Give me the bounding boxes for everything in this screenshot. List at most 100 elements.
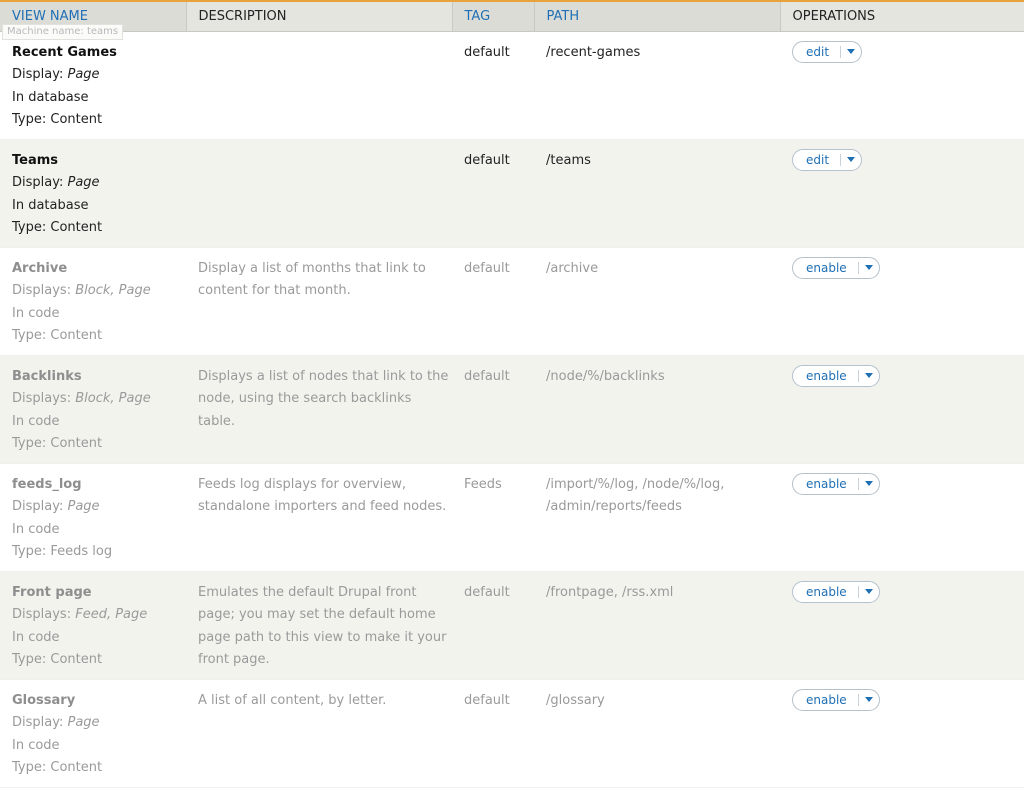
operations-dropbutton: enable — [792, 256, 880, 279]
tag-cell: default — [452, 139, 534, 248]
column-header-label: OPERATIONS — [792, 8, 876, 24]
caret-down-icon — [864, 373, 873, 378]
view-storage: In database — [12, 197, 89, 213]
view-name: Archive — [12, 260, 68, 276]
edit-button[interactable]: edit — [793, 42, 840, 62]
enable-button[interactable]: enable — [793, 690, 858, 710]
dropbutton-toggle[interactable] — [859, 258, 879, 278]
caret-down-icon — [847, 157, 856, 162]
display-types: Block, Page — [75, 283, 151, 299]
table-body: Recent Games Display: Page In database Type… — [0, 31, 1024, 788]
display-prefix: Display: — [12, 67, 68, 83]
enable-button[interactable]: enable — [793, 366, 858, 386]
path-cell: /node/%/backlinks — [534, 355, 780, 464]
view-type: Type: Content — [12, 112, 103, 128]
dropbutton-toggle[interactable] — [859, 366, 879, 386]
view-display: Display: Page — [12, 64, 186, 87]
view-type: Type: Feeds log — [12, 544, 113, 560]
column-header-label: TAG — [464, 8, 491, 24]
display-types: Page — [67, 715, 100, 731]
column-header-label: DESCRIPTION — [198, 8, 287, 24]
tag-cell: default — [452, 247, 534, 356]
operations-dropbutton: enable — [792, 580, 880, 603]
view-name: Recent Games — [12, 44, 117, 60]
caret-down-icon — [864, 589, 873, 594]
view-display: Displays: Feed, Page — [12, 604, 186, 627]
tag-cell: Feeds — [452, 463, 534, 572]
operations-cell: edit — [780, 139, 1024, 248]
view-display: Display: Page — [12, 712, 186, 735]
path-cell[interactable]: /teams — [534, 139, 780, 248]
enable-button[interactable]: enable — [793, 258, 858, 278]
view-name: Backlinks — [12, 368, 82, 384]
operations-cell: enable — [780, 355, 1024, 464]
description-cell: A list of all content, by letter. — [186, 679, 452, 788]
display-prefix: Display: — [12, 175, 68, 191]
column-header-path[interactable]: PATH — [534, 2, 781, 32]
dropbutton-toggle[interactable] — [859, 474, 879, 494]
display-types: Page — [67, 67, 100, 83]
enable-button[interactable]: enable — [793, 582, 858, 602]
view-display: Display: Page — [12, 496, 186, 519]
view-name-cell: Recent Games Display: Page In database Type… — [0, 31, 186, 140]
path-cell: /archive — [534, 247, 780, 356]
path-cell[interactable]: /recent-games — [534, 31, 780, 140]
operations-dropbutton: enable — [792, 472, 880, 495]
view-type: Type: Content — [12, 652, 103, 668]
description-cell: Emulates the default Drupal front page; … — [186, 571, 452, 680]
operations-cell: enable — [780, 247, 1024, 356]
description-cell: Displays a list of nodes that link to th… — [186, 355, 452, 464]
view-name: Glossary — [12, 692, 76, 708]
caret-down-icon — [864, 697, 873, 702]
views-table: VIEW NAME Machine name: teams DESCRIPTIO… — [0, 2, 1024, 788]
operations-cell: enable — [780, 679, 1024, 788]
table-row: Backlinks Displays: Block, Page In code Typ… — [0, 355, 1024, 464]
view-name-cell: Front page Displays: Feed, Page In code Typ… — [0, 571, 186, 680]
column-header-view-name[interactable]: VIEW NAME Machine name: teams — [0, 2, 187, 40]
machine-name-tooltip: Machine name: teams — [2, 24, 124, 40]
dropbutton-toggle[interactable] — [859, 582, 879, 602]
column-header-operations: OPERATIONS — [780, 2, 1024, 32]
column-header-label: VIEW NAME — [12, 8, 88, 24]
view-type: Type: Content — [12, 760, 103, 776]
view-display: Displays: Block, Page — [12, 388, 186, 411]
view-name-cell: Backlinks Displays: Block, Page In code Typ… — [0, 355, 186, 464]
view-name-cell: feeds_log Display: Page In code Type: Feeds… — [0, 463, 186, 572]
view-type: Type: Content — [12, 328, 103, 344]
view-name: Teams — [12, 152, 59, 168]
description-cell — [186, 139, 452, 248]
path-cell: /import/%/log, /node/%/log, /admin/repor… — [534, 463, 780, 572]
display-types: Block, Page — [75, 391, 151, 407]
enable-button[interactable]: enable — [793, 474, 858, 494]
view-storage: In code — [12, 521, 60, 537]
display-prefix: Display: — [12, 499, 68, 515]
column-header-tag[interactable]: TAG — [452, 2, 535, 32]
tag-cell: default — [452, 355, 534, 464]
view-name-cell: Teams Display: Page In database Type: Conte… — [0, 139, 186, 248]
display-prefix: Display: — [12, 715, 68, 731]
display-types: Page — [67, 499, 100, 515]
display-prefix: Displays: — [12, 283, 76, 299]
view-display: Displays: Block, Page — [12, 280, 186, 303]
table-row: Glossary Display: Page In code Type: Conten… — [0, 679, 1024, 788]
edit-button[interactable]: edit — [793, 150, 840, 170]
tag-cell: default — [452, 31, 534, 140]
view-storage: In code — [12, 737, 60, 753]
view-name-cell: Glossary Display: Page In code Type: Conten… — [0, 679, 186, 788]
view-storage: In database — [12, 89, 89, 105]
dropbutton-toggle[interactable] — [841, 42, 861, 62]
dropbutton-toggle[interactable] — [841, 150, 861, 170]
description-cell: Display a list of months that link to co… — [186, 247, 452, 356]
view-name: feeds_log — [12, 476, 82, 492]
table-row: Teams Display: Page In database Type: Conte… — [0, 139, 1024, 248]
dropbutton-toggle[interactable] — [859, 690, 879, 710]
tag-cell: default — [452, 679, 534, 788]
path-cell: /frontpage, /rss.xml — [534, 571, 780, 680]
operations-dropbutton: enable — [792, 364, 880, 387]
table-header-row: VIEW NAME Machine name: teams DESCRIPTIO… — [0, 2, 1024, 40]
display-prefix: Displays: — [12, 391, 76, 407]
caret-down-icon — [847, 49, 856, 54]
caret-down-icon — [864, 265, 873, 270]
table-row: Archive Displays: Block, Page In code Type:… — [0, 247, 1024, 356]
view-storage: In code — [12, 413, 60, 429]
